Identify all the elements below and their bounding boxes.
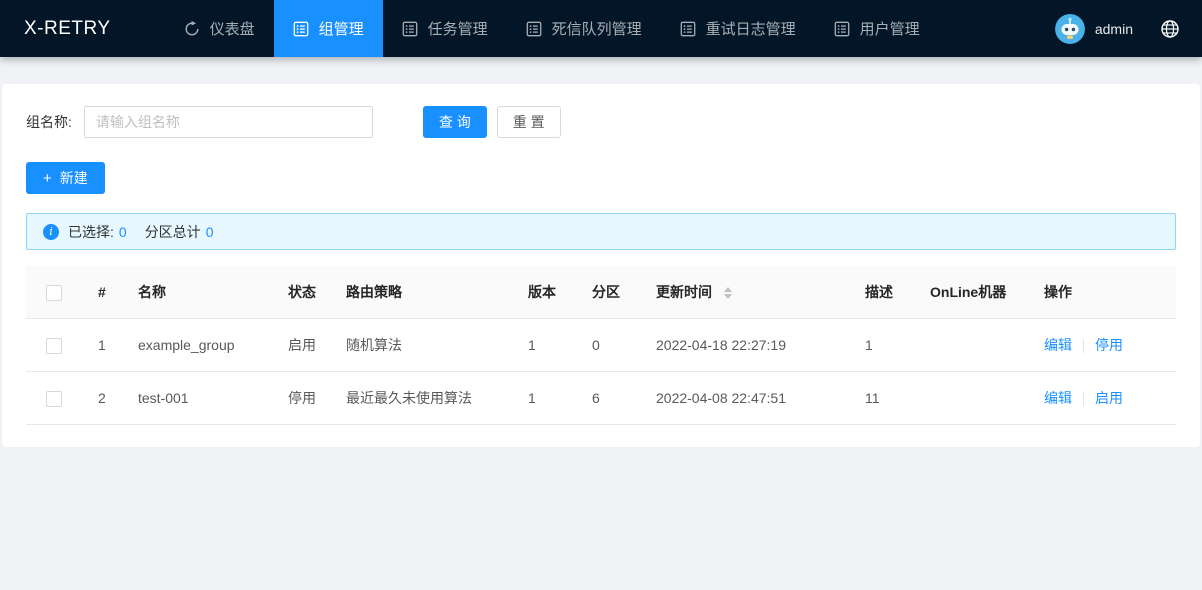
row-checkbox[interactable]	[46, 391, 62, 407]
edit-link[interactable]: 编辑	[1044, 390, 1072, 406]
selected-label: 已选择:	[68, 222, 114, 242]
cell-version: 1	[512, 372, 576, 425]
main-menu: 仪表盘 组管理	[165, 0, 939, 57]
action-divider	[1083, 339, 1084, 353]
nav-item-group-management[interactable]: 组管理	[274, 0, 383, 57]
edit-link[interactable]: 编辑	[1044, 337, 1072, 353]
row-checkbox[interactable]	[46, 338, 62, 354]
info-circle-icon: i	[43, 224, 59, 240]
caret-up-icon	[724, 287, 732, 292]
create-button-label: 新建	[60, 168, 88, 188]
nav-item-label: 仪表盘	[210, 18, 255, 39]
cell-status: 启用	[272, 319, 330, 372]
cell-updated: 2022-04-08 22:47:51	[640, 372, 849, 425]
group-name-input[interactable]	[84, 106, 373, 138]
column-header-status: 状态	[272, 266, 330, 319]
cell-route: 随机算法	[330, 319, 512, 372]
cell-partition: 0	[576, 319, 640, 372]
nav-item-dashboard[interactable]: 仪表盘	[165, 0, 274, 57]
nav-item-label: 用户管理	[860, 18, 920, 39]
table-header-row: # 名称 状态 路由策略 版本 分区 更新时间 描述 OnLine机器 操作	[26, 266, 1176, 319]
column-header-updated-label: 更新时间	[656, 284, 712, 300]
cell-online	[914, 319, 1028, 372]
cell-actions: 编辑 启用	[1028, 372, 1176, 425]
content-card: 组名称: 查 询 重 置 + 新建 i 已选择: 0 分区总计 0 # 名称 状…	[2, 84, 1200, 447]
reset-button[interactable]: 重 置	[497, 106, 561, 138]
globe-icon[interactable]	[1160, 19, 1180, 39]
column-header-name: 名称	[122, 266, 272, 319]
cell-updated: 2022-04-18 22:27:19	[640, 319, 849, 372]
column-header-index: #	[82, 266, 122, 319]
nav-item-dead-letter-queue[interactable]: 死信队列管理	[507, 0, 661, 57]
cell-route: 最近最久未使用算法	[330, 372, 512, 425]
profile-icon	[834, 21, 850, 37]
cell-index: 1	[82, 319, 122, 372]
partitions-count: 0	[206, 224, 214, 240]
nav-item-label: 组管理	[319, 18, 364, 39]
nav-item-label: 死信队列管理	[552, 18, 642, 39]
cell-partition: 6	[576, 372, 640, 425]
selection-info-bar: i 已选择: 0 分区总计 0	[26, 213, 1176, 250]
select-all-checkbox[interactable]	[46, 285, 62, 301]
profile-icon	[526, 21, 542, 37]
create-button[interactable]: + 新建	[26, 162, 105, 194]
navbar: X-RETRY 仪表盘	[0, 0, 1202, 57]
column-header-actions: 操作	[1028, 266, 1176, 319]
group-name-label: 组名称:	[26, 112, 72, 132]
table-row: 1 example_group 启用 随机算法 1 0 2022-04-18 2…	[26, 319, 1176, 372]
column-header-route: 路由策略	[330, 266, 512, 319]
nav-item-retry-log[interactable]: 重试日志管理	[661, 0, 815, 57]
plus-icon: +	[43, 171, 52, 186]
cell-name: test-001	[122, 372, 272, 425]
user-avatar[interactable]	[1055, 14, 1085, 44]
nav-item-label: 重试日志管理	[706, 18, 796, 39]
sort-icon[interactable]	[724, 287, 732, 299]
cell-actions: 编辑 停用	[1028, 319, 1176, 372]
cell-status: 停用	[272, 372, 330, 425]
nav-item-user-management[interactable]: 用户管理	[815, 0, 939, 57]
toggle-status-link[interactable]: 启用	[1095, 390, 1123, 406]
column-header-partition: 分区	[576, 266, 640, 319]
cell-description: 11	[849, 372, 914, 425]
cell-description: 1	[849, 319, 914, 372]
table-row: 2 test-001 停用 最近最久未使用算法 1 6 2022-04-08 2…	[26, 372, 1176, 425]
app-logo[interactable]: X-RETRY	[24, 18, 111, 40]
action-divider	[1083, 392, 1084, 406]
profile-icon	[293, 21, 309, 37]
search-button[interactable]: 查 询	[423, 106, 487, 138]
toggle-status-link[interactable]: 停用	[1095, 337, 1123, 353]
groups-table: # 名称 状态 路由策略 版本 分区 更新时间 描述 OnLine机器 操作	[26, 266, 1176, 425]
column-header-version: 版本	[512, 266, 576, 319]
nav-item-label: 任务管理	[428, 18, 488, 39]
cell-name: example_group	[122, 319, 272, 372]
selected-count: 0	[119, 224, 127, 240]
column-header-updated[interactable]: 更新时间	[640, 266, 849, 319]
navbar-right: admin	[1055, 14, 1180, 44]
nav-item-task-management[interactable]: 任务管理	[383, 0, 507, 57]
dashboard-icon	[184, 21, 200, 37]
column-header-description: 描述	[849, 266, 914, 319]
cell-version: 1	[512, 319, 576, 372]
username[interactable]: admin	[1095, 21, 1133, 37]
partitions-label: 分区总计	[145, 222, 201, 242]
caret-down-icon	[724, 294, 732, 299]
cell-index: 2	[82, 372, 122, 425]
filter-row: 组名称: 查 询 重 置	[26, 106, 1176, 138]
column-header-online: OnLine机器	[914, 266, 1028, 319]
profile-icon	[402, 21, 418, 37]
cell-online	[914, 372, 1028, 425]
profile-icon	[680, 21, 696, 37]
